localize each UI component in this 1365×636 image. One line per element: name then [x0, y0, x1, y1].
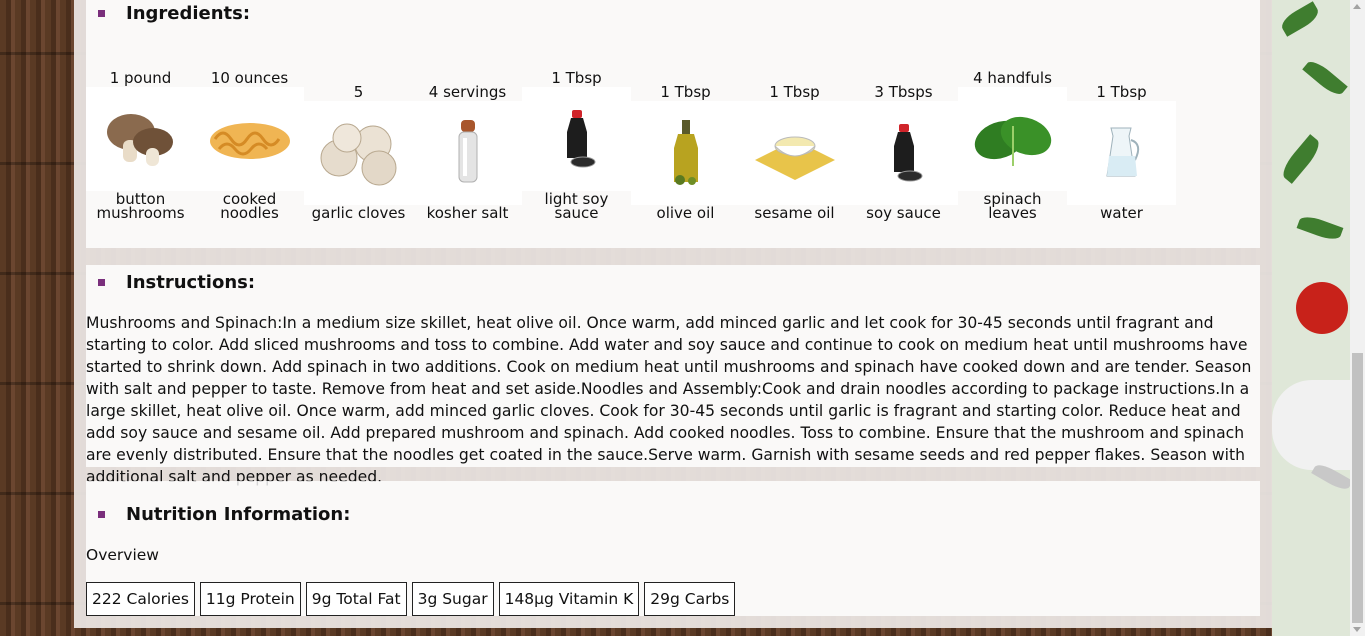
ingredient-name: kosher salt [426, 204, 509, 222]
scrollbar-thumb[interactable] [1352, 353, 1363, 623]
ingredients-list: 1 pound button mushrooms 10 ounces cooke… [86, 0, 1186, 248]
nutrition-chip-calories: 222 Calories [86, 582, 195, 616]
ingredient-quantity: 1 Tbsp [660, 83, 711, 101]
ingredient-name: water [1100, 204, 1143, 222]
garlic-icon [304, 101, 413, 205]
nutrition-chip-sugar: 3g Sugar [411, 582, 494, 616]
salad-background-decoration [1272, 0, 1350, 636]
spinach-icon [958, 87, 1067, 191]
ingredient-name: sauce [554, 204, 599, 222]
instructions-header: Instructions: [86, 269, 255, 295]
ingredient-quantity: 1 Tbsp [1096, 83, 1147, 101]
ingredient-name: sesame oil [754, 204, 835, 222]
salt-grinder-icon [413, 101, 522, 205]
sesame-oil-bowl-icon [740, 101, 849, 205]
olive-oil-bottle-icon [631, 101, 740, 205]
nutrition-chip-protein: 11g Protein [199, 582, 301, 616]
nutrition-chip-total-fat: 9g Total Fat [305, 582, 407, 616]
soy-sauce-bottle-icon [849, 101, 958, 205]
recipe-content-container: Ingredients: 1 pound button mushrooms 10… [74, 0, 1272, 628]
ingredient-quantity: 4 handfuls [973, 69, 1052, 87]
ingredient-name: mushrooms [96, 204, 185, 222]
ingredient-name: soy sauce [866, 204, 941, 222]
water-jug-icon [1067, 101, 1176, 205]
instructions-title: Instructions: [126, 271, 256, 293]
nutrition-chip-vitamin-k: 148µg Vitamin K [498, 582, 640, 616]
nutrition-chip-carbs: 29g Carbs [644, 582, 736, 616]
bullet-icon [98, 278, 105, 286]
nutrition-panel: Nutrition Information: Overview 222 Calo… [86, 481, 1260, 616]
scroll-down-arrow-icon[interactable] [1353, 627, 1361, 632]
nutrition-overview-label: Overview [86, 546, 159, 564]
ingredient-quantity: 5 [353, 83, 364, 101]
page-scrollbar[interactable] [1350, 0, 1365, 636]
nutrition-header: Nutrition Information: [86, 501, 350, 527]
ingredient-quantity: 3 Tbsps [874, 83, 933, 101]
ingredients-panel: Ingredients: 1 pound button mushrooms 10… [86, 0, 1260, 248]
noodles-icon [195, 87, 304, 191]
ingredient-quantity: 1 Tbsp [551, 69, 602, 87]
ingredient-name: noodles [220, 204, 279, 222]
nutrition-title: Nutrition Information: [126, 503, 351, 525]
scroll-up-arrow-icon[interactable] [1353, 4, 1361, 9]
ingredient-quantity: 1 Tbsp [769, 83, 820, 101]
soy-sauce-bottle-icon [522, 87, 631, 191]
bullet-icon [98, 510, 105, 518]
ingredient-name: olive oil [656, 204, 715, 222]
nutrition-chips: 222 Calories 11g Protein 9g Total Fat 3g… [86, 582, 736, 616]
ingredient-name: leaves [988, 204, 1037, 222]
ingredient-quantity: 4 servings [428, 83, 507, 101]
ingredient-quantity: 1 pound [109, 69, 172, 87]
instructions-panel: Instructions: Mushrooms and Spinach:In a… [86, 265, 1260, 486]
ingredient-name: garlic cloves [311, 204, 406, 222]
ingredient-quantity: 10 ounces [210, 69, 289, 87]
mushroom-icon [86, 87, 195, 191]
instructions-text: Mushrooms and Spinach:In a medium size s… [86, 314, 1252, 486]
